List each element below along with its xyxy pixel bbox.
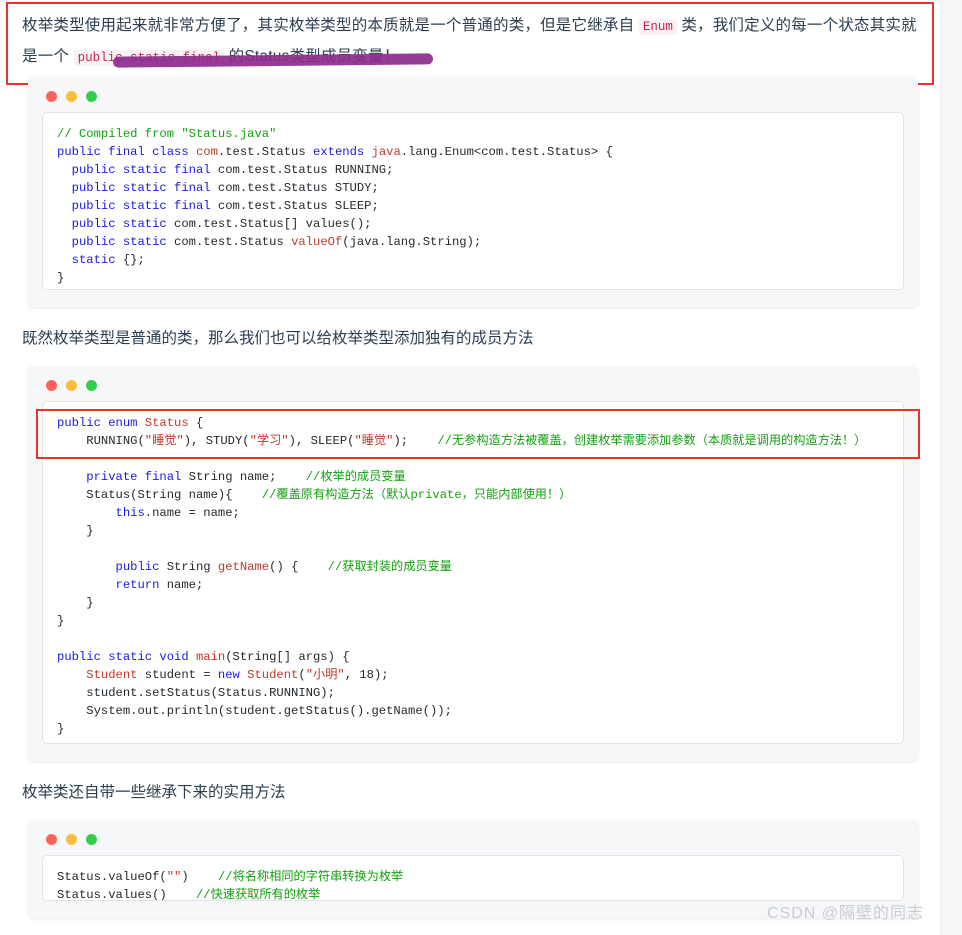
close-dot-icon[interactable] (46, 380, 57, 391)
maximize-dot-icon[interactable] (86, 834, 97, 845)
minimize-dot-icon[interactable] (66, 91, 77, 102)
code-text: Status.valueOf("") //将名称相同的字符串转换为枚举 Stat… (57, 870, 404, 901)
article-page: 枚举类型使用起来就非常方便了，其实枚举类型的本质就是一个普通的类，但是它继承自 … (0, 0, 962, 935)
code-block-decompiled-status: // Compiled from "Status.java" public fi… (28, 77, 918, 307)
window-dots (42, 832, 904, 855)
article-content: 枚举类型使用起来就非常方便了，其实枚举类型的本质就是一个普通的类，但是它继承自 … (0, 0, 940, 935)
code-area[interactable]: Status.valueOf("") //将名称相同的字符串转换为枚举 Stat… (42, 855, 904, 901)
code-block-enum-with-members: public enum Status { RUNNING("睡觉"), STUD… (28, 366, 918, 761)
maximize-dot-icon[interactable] (86, 380, 97, 391)
minimize-dot-icon[interactable] (66, 380, 77, 391)
inline-code-enum: Enum (638, 19, 677, 35)
csdn-watermark: CSDN @隔壁的同志 (766, 905, 924, 922)
minimize-dot-icon[interactable] (66, 834, 77, 845)
window-dots (42, 378, 904, 401)
code-text: // Compiled from "Status.java" public fi… (57, 127, 613, 285)
code-text: public enum Status { RUNNING("睡觉"), STUD… (57, 416, 867, 736)
window-dots (42, 89, 904, 112)
paragraph-member-methods: 既然枚举类型是普通的类，那么我们也可以给枚举类型添加独有的成员方法 (22, 330, 534, 347)
close-dot-icon[interactable] (46, 91, 57, 102)
code-area[interactable]: // Compiled from "Status.java" public fi… (42, 112, 904, 290)
maximize-dot-icon[interactable] (86, 91, 97, 102)
paragraph-utility-methods: 枚举类还自带一些继承下来的实用方法 (22, 784, 286, 801)
highlighted-intro-paragraph: 枚举类型使用起来就非常方便了，其实枚举类型的本质就是一个普通的类，但是它继承自 … (6, 2, 934, 85)
code-area[interactable]: public enum Status { RUNNING("睡觉"), STUD… (42, 401, 904, 744)
page-gutter (940, 0, 962, 935)
intro-text-part1: 枚举类型使用起来就非常方便了，其实枚举类型的本质就是一个普通的类，但是它继承自 (22, 17, 639, 34)
close-dot-icon[interactable] (46, 834, 57, 845)
